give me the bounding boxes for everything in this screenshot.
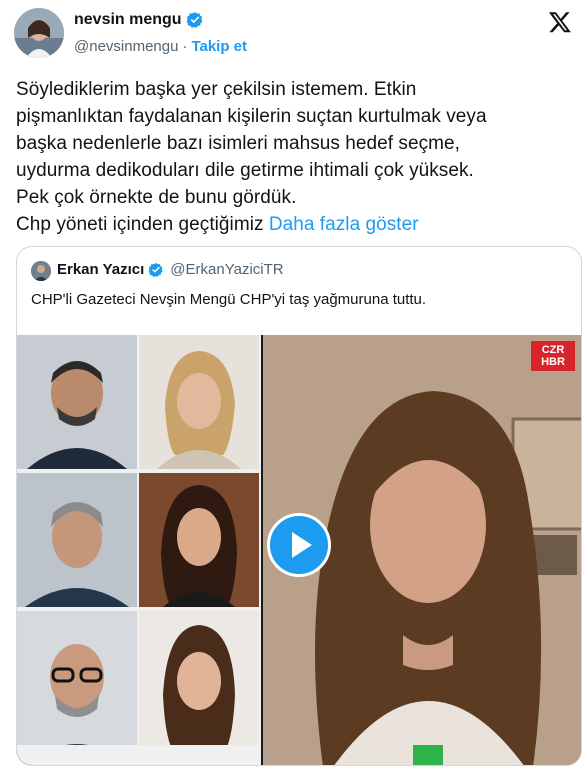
tweet-line-last: Chp yöneti içinden geçtiğimiz Daha fazla… <box>16 211 572 238</box>
tweet-line: uydurma dedikoduları dile getirme ihtima… <box>16 160 474 181</box>
quoted-tweet-text: CHP'li Gazeteci Nevşin Mengü CHP'yi taş … <box>31 291 427 308</box>
quoted-author-avatar[interactable] <box>31 261 51 281</box>
channel-badge: CZR HBR <box>531 341 575 371</box>
tweet-line: başka nedenlerle bazı isimleri mahsus he… <box>16 133 460 154</box>
author-handle[interactable]: @nevsinmengu <box>74 38 178 55</box>
portrait-photo <box>17 611 137 745</box>
show-more-link[interactable]: Daha fazla göster <box>269 214 419 235</box>
portrait-photo <box>139 335 259 469</box>
channel-badge-top: CZR <box>541 344 565 356</box>
quoted-tweet-card[interactable]: Erkan Yazıcı @ErkanYaziciTR CHP'li Gazet… <box>16 246 582 766</box>
separator-dot: · <box>182 38 188 55</box>
quoted-author-handle[interactable]: @ErkanYaziciTR <box>170 261 283 278</box>
portrait-photo <box>139 611 259 745</box>
tweet-body: Söylediklerim başka yer çekilsin istemem… <box>16 76 572 238</box>
quoted-media[interactable]: CZR HBR <box>17 335 581 765</box>
tweet-line: pişmanlıktan faydalanan kişilerin suçtan… <box>16 106 487 127</box>
play-icon <box>292 532 312 558</box>
quoted-author-name[interactable]: Erkan Yazıcı <box>57 261 144 278</box>
tweet-line-text: Chp yöneti içinden geçtiğimiz <box>16 214 269 235</box>
tweet-line: Söylediklerim başka yer çekilsin istemem… <box>16 79 417 100</box>
author-avatar[interactable] <box>14 8 64 58</box>
follow-button[interactable]: Takip et <box>191 38 247 55</box>
photo-collage <box>17 335 261 765</box>
portrait-photo <box>17 473 137 607</box>
channel-badge-bottom: HBR <box>541 356 565 368</box>
author-display-name[interactable]: nevsin mengu <box>74 11 182 29</box>
play-button[interactable] <box>267 513 331 577</box>
verified-badge-icon <box>186 12 203 28</box>
verified-badge-icon <box>148 262 163 277</box>
portrait-photo <box>139 473 259 607</box>
portrait-photo <box>17 335 137 469</box>
x-logo-icon[interactable] <box>548 10 572 34</box>
tweet-line: Pek çok örnekte de bunu gördük. <box>16 187 297 208</box>
